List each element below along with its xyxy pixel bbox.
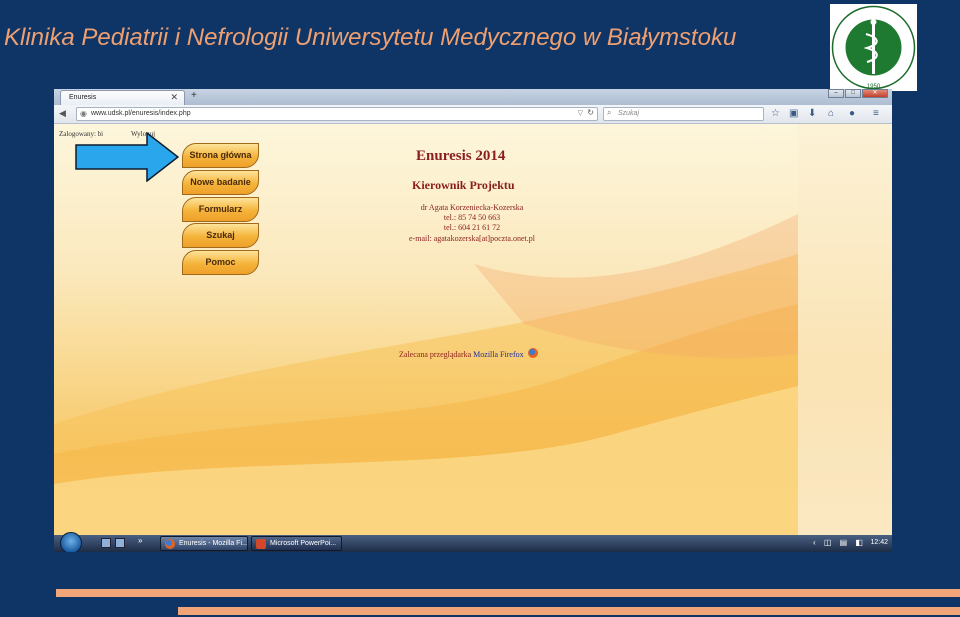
windows-taskbar: » Enuresis - Mozilla Fi... Microsoft Pow… (54, 532, 892, 552)
chat-icon[interactable]: ● (849, 108, 855, 119)
taskbar-item-label: Enuresis - Mozilla Fi... (179, 540, 248, 547)
arrow-icon (75, 132, 179, 182)
download-icon[interactable]: ⬇ (808, 108, 816, 119)
clock: 12:42 (870, 539, 888, 546)
taskbar-item-label: Microsoft PowerPoi... (270, 540, 337, 547)
window-controls: – □ ✕ (828, 89, 888, 99)
menu-icon[interactable]: ≡ (873, 108, 879, 119)
switch-windows-icon[interactable] (115, 538, 125, 548)
maximize-button[interactable]: □ (845, 89, 861, 98)
decorative-bar-bottom (178, 607, 960, 615)
menu-form-button[interactable]: Formularz (182, 197, 259, 222)
globe-icon: ◉ (80, 109, 87, 118)
page-subheading: Kierownik Projektu (412, 178, 515, 192)
decorative-bar-top (56, 589, 960, 597)
clipboard-icon[interactable]: ▣ (789, 108, 798, 119)
chevron-right-icon[interactable]: » (138, 536, 142, 545)
browser-recommendation: Zalecana przeglądarka Mozilla Firefox (399, 348, 538, 359)
navigation-bar: ◀ ◉ www.udsk.pl/enuresis/index.php ▽ ↻ ⌕… (54, 105, 892, 124)
contact-phone-2: tel.: 604 21 61 72 (443, 223, 501, 232)
recommend-text: Zalecana przeglądarka (399, 350, 474, 359)
url-bar[interactable]: ◉ www.udsk.pl/enuresis/index.php ▽ ↻ (76, 107, 598, 121)
browser-screenshot: Enuresis ✕ + – □ ✕ ◀ ◉ www.udsk.pl/enure… (54, 89, 892, 552)
contact-phone-1: tel.: 85 74 50 663 (443, 213, 501, 222)
menu-help-button[interactable]: Pomoc (182, 250, 259, 275)
university-seal-icon: 1950 (831, 5, 916, 90)
start-button[interactable] (60, 532, 82, 552)
star-icon[interactable]: ☆ (771, 108, 780, 119)
minimize-button[interactable]: – (828, 89, 844, 98)
firefox-icon (527, 348, 538, 358)
search-placeholder: Szukaj (618, 110, 640, 117)
contact-name: dr Agata Korzeniecka-Kozerska (420, 203, 524, 212)
page-right-margin (798, 124, 892, 535)
taskbar-item-firefox[interactable]: Enuresis - Mozilla Fi... (160, 536, 248, 551)
university-logo: 1950 (830, 4, 917, 91)
window-close-button[interactable]: ✕ (862, 89, 888, 98)
page-heading: Enuresis 2014 (416, 148, 506, 164)
firefox-link[interactable]: Mozilla Firefox (473, 350, 523, 359)
contact-email: e-mail: agatakozerska[at]poczta.onet.pl (409, 234, 535, 243)
menu-new-exam-button[interactable]: Nowe badanie (182, 170, 259, 195)
tab-title: Enuresis (69, 94, 97, 101)
menu-search-button[interactable]: Szukaj (182, 223, 259, 248)
tab-enuresis[interactable]: Enuresis ✕ (60, 90, 185, 105)
page-content: Zalogowany: bi Wyloguj Strona główna Now… (54, 124, 798, 535)
tab-bar: Enuresis ✕ + – □ ✕ (54, 89, 892, 105)
tray-icons[interactable]: ‹ ◫ ▤ ◧ (813, 538, 866, 547)
powerpoint-icon (256, 539, 266, 549)
search-input[interactable]: ⌕ Szukaj (603, 107, 764, 121)
menu-home-button[interactable]: Strona główna (182, 143, 259, 168)
taskbar-item-powerpoint[interactable]: Microsoft PowerPoi... (251, 536, 342, 551)
dropdown-icon[interactable]: ▽ (578, 109, 583, 117)
show-desktop-icon[interactable] (101, 538, 111, 548)
home-icon[interactable]: ⌂ (828, 108, 834, 119)
url-text: www.udsk.pl/enuresis/index.php (91, 110, 191, 117)
search-icon: ⌕ (607, 108, 612, 117)
close-icon[interactable]: ✕ (170, 92, 178, 103)
back-icon[interactable]: ◀ (59, 108, 66, 119)
reload-icon[interactable]: ↻ (587, 108, 594, 117)
firefox-icon (165, 539, 175, 549)
plus-icon[interactable]: + (191, 90, 197, 101)
slide-title: Klinika Pediatrii i Nefrologii Uniwersyt… (4, 24, 737, 51)
